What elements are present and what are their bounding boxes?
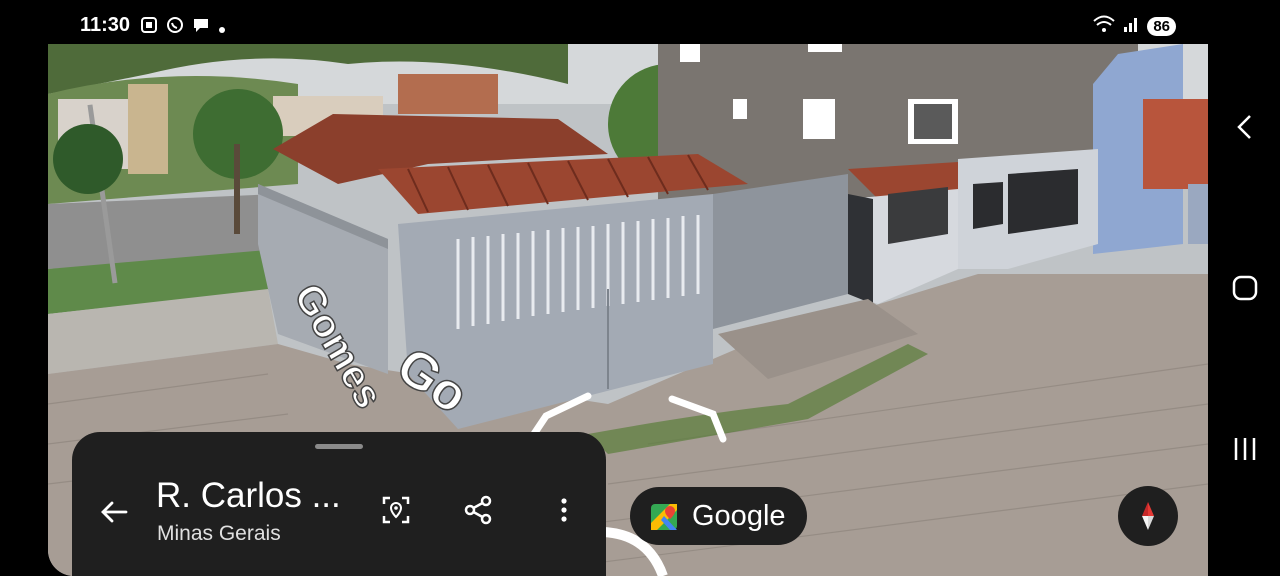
recents-nav-icon[interactable] <box>1230 434 1260 464</box>
photo-location-icon[interactable] <box>380 494 412 526</box>
whatsapp-icon <box>166 16 184 34</box>
clock: 11:30 <box>80 14 131 36</box>
google-maps-logo-icon <box>650 503 678 531</box>
place-subtitle: Minas Gerais <box>157 522 281 545</box>
compass-button[interactable] <box>1118 486 1178 546</box>
status-right: 86 <box>1093 15 1176 38</box>
google-maps-badge[interactable]: Google <box>630 487 807 545</box>
battery-indicator: 86 <box>1147 17 1176 36</box>
more-vert-icon[interactable] <box>548 494 580 526</box>
screenshot-icon <box>140 16 158 34</box>
back-nav-icon[interactable] <box>1230 112 1260 142</box>
google-label: Google <box>692 500 786 532</box>
system-nav-bar <box>1208 0 1280 576</box>
status-bar: 11:30 86 <box>0 0 1280 44</box>
dot-icon <box>218 21 226 33</box>
place-title: R. Carlos ... <box>156 476 341 515</box>
home-nav-icon[interactable] <box>1230 273 1260 303</box>
back-arrow-icon[interactable] <box>98 496 130 528</box>
place-info-card[interactable]: R. Carlos ... Minas Gerais <box>72 432 606 576</box>
chat-bubble-icon <box>192 16 210 34</box>
compass-needle-icon <box>1142 502 1154 530</box>
drag-handle[interactable] <box>315 444 363 449</box>
signal-icon <box>1123 15 1139 38</box>
wifi-icon <box>1093 15 1115 38</box>
share-icon[interactable] <box>462 494 494 526</box>
notification-icons <box>140 16 226 34</box>
